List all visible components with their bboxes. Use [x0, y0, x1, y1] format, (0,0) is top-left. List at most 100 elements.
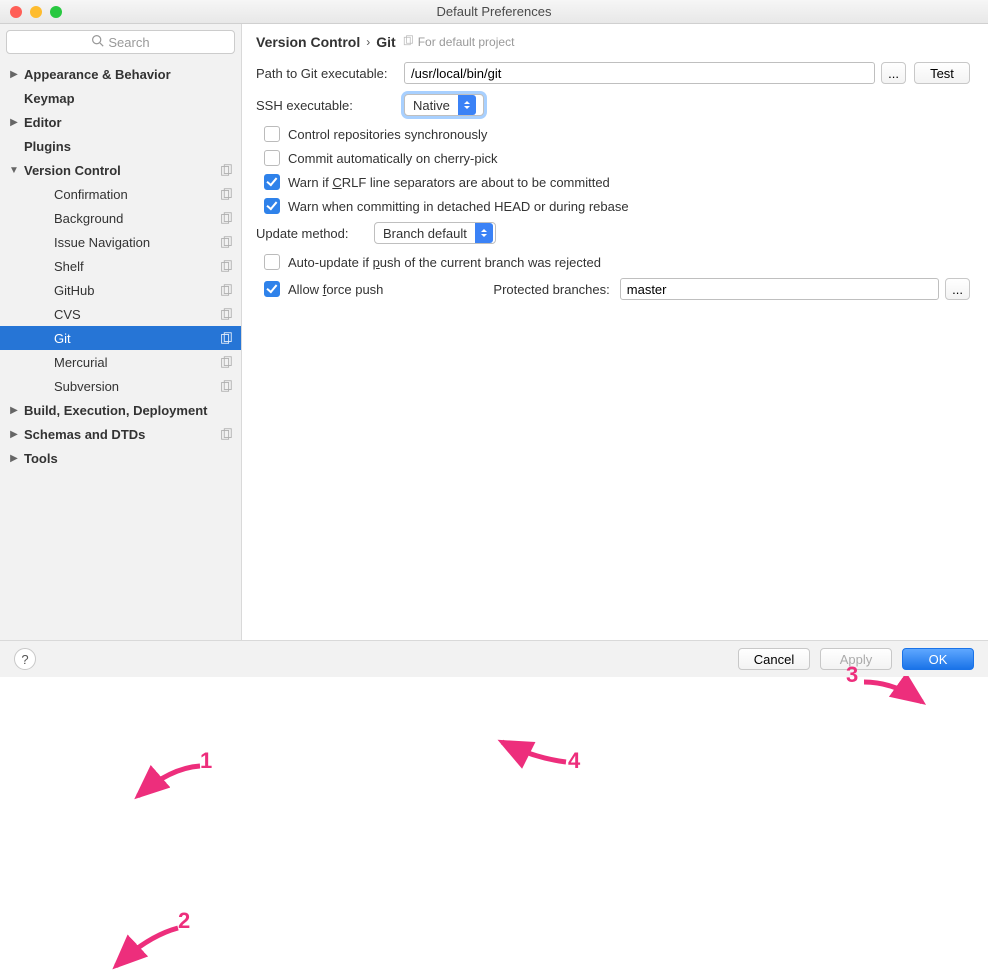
cancel-button[interactable]: Cancel	[738, 648, 810, 670]
sidebar-item-shelf[interactable]: Shelf	[0, 254, 241, 278]
sidebar-item-version-control[interactable]: ▼Version Control	[0, 158, 241, 182]
sidebar-item-label: GitHub	[54, 283, 219, 298]
sidebar-item-label: Tools	[24, 451, 233, 466]
auto-update-checkbox[interactable]	[264, 254, 280, 270]
sidebar-item-label: Version Control	[24, 163, 219, 178]
path-label: Path to Git executable:	[256, 66, 404, 81]
apply-button[interactable]: Apply	[820, 648, 892, 670]
protected-branches-label: Protected branches:	[493, 282, 609, 297]
sidebar: Search ▶Appearance & BehaviorKeymap▶Edit…	[0, 24, 242, 640]
tree-arrow-icon: ▶	[6, 405, 22, 416]
titlebar: Default Preferences	[0, 0, 988, 24]
sidebar-item-label: Subversion	[54, 379, 219, 394]
settings-tree: ▶Appearance & BehaviorKeymap▶EditorPlugi…	[0, 60, 241, 640]
copy-project-icon	[219, 187, 233, 201]
browse-button[interactable]: ...	[881, 62, 906, 84]
ok-button[interactable]: OK	[902, 648, 974, 670]
chevron-right-icon: ›	[366, 35, 370, 49]
for-default-project-note: For default project	[402, 35, 515, 50]
tree-arrow-icon: ▶	[6, 429, 22, 440]
sidebar-item-label: Issue Navigation	[54, 235, 219, 250]
dropdown-arrow-icon	[475, 223, 493, 243]
zoom-window-button[interactable]	[50, 6, 62, 18]
copy-project-icon	[219, 427, 233, 441]
breadcrumb: Version Control › Git For default projec…	[256, 34, 970, 50]
auto-update-label: Auto-update if push of the current branc…	[288, 255, 601, 270]
sidebar-item-appearance-behavior[interactable]: ▶Appearance & Behavior	[0, 62, 241, 86]
ssh-executable-value: Native	[413, 98, 450, 113]
sidebar-item-label: Plugins	[24, 139, 233, 154]
copy-project-icon	[219, 235, 233, 249]
tree-arrow-icon: ▼	[6, 165, 22, 176]
tree-arrow-icon: ▶	[6, 69, 22, 80]
sidebar-item-label: Schemas and DTDs	[24, 427, 219, 442]
copy-project-icon	[219, 331, 233, 345]
ssh-label: SSH executable:	[256, 98, 404, 113]
sidebar-item-label: Background	[54, 211, 219, 226]
sidebar-item-schemas-and-dtds[interactable]: ▶Schemas and DTDs	[0, 422, 241, 446]
breadcrumb-current: Git	[376, 34, 395, 50]
warn-crlf-checkbox[interactable]	[264, 174, 280, 190]
search-input[interactable]: Search	[6, 30, 235, 54]
sidebar-item-issue-navigation[interactable]: Issue Navigation	[0, 230, 241, 254]
sidebar-item-cvs[interactable]: CVS	[0, 302, 241, 326]
copy-project-icon	[219, 307, 233, 321]
copy-project-icon	[219, 379, 233, 393]
help-button[interactable]: ?	[14, 648, 36, 670]
minimize-window-button[interactable]	[30, 6, 42, 18]
copy-project-icon	[219, 283, 233, 297]
cherry-pick-label: Commit automatically on cherry-pick	[288, 151, 498, 166]
tree-arrow-icon: ▶	[6, 453, 22, 464]
control-sync-label: Control repositories synchronously	[288, 127, 487, 142]
protected-branches-more-button[interactable]: ...	[945, 278, 970, 300]
force-push-checkbox[interactable]	[264, 281, 280, 297]
sidebar-item-label: Editor	[24, 115, 233, 130]
sidebar-item-confirmation[interactable]: Confirmation	[0, 182, 241, 206]
sidebar-item-label: Confirmation	[54, 187, 219, 202]
sidebar-item-plugins[interactable]: Plugins	[0, 134, 241, 158]
warn-detached-checkbox[interactable]	[264, 198, 280, 214]
dropdown-arrow-icon	[458, 95, 476, 115]
sidebar-item-label: Git	[54, 331, 219, 346]
window-title: Default Preferences	[0, 4, 988, 19]
close-window-button[interactable]	[10, 6, 22, 18]
breadcrumb-parent[interactable]: Version Control	[256, 34, 360, 50]
warn-crlf-label: Warn if CRLF line separators are about t…	[288, 175, 610, 190]
sidebar-item-editor[interactable]: ▶Editor	[0, 110, 241, 134]
force-push-label: Allow force push	[288, 282, 383, 297]
sidebar-item-subversion[interactable]: Subversion	[0, 374, 241, 398]
sidebar-item-tools[interactable]: ▶Tools	[0, 446, 241, 470]
update-method-value: Branch default	[383, 226, 467, 241]
git-path-input[interactable]	[404, 62, 875, 84]
search-icon	[91, 34, 104, 50]
sidebar-item-label: Shelf	[54, 259, 219, 274]
sidebar-item-background[interactable]: Background	[0, 206, 241, 230]
control-sync-checkbox[interactable]	[264, 126, 280, 142]
tree-arrow-icon: ▶	[6, 117, 22, 128]
update-method-select[interactable]: Branch default	[374, 222, 496, 244]
sidebar-item-label: Mercurial	[54, 355, 219, 370]
sidebar-item-keymap[interactable]: Keymap	[0, 86, 241, 110]
copy-project-icon	[219, 211, 233, 225]
copy-project-icon	[402, 35, 414, 50]
dialog-footer: ? Cancel Apply OK	[0, 640, 988, 677]
sidebar-item-build-execution-deployment[interactable]: ▶Build, Execution, Deployment	[0, 398, 241, 422]
copy-project-icon	[219, 259, 233, 273]
sidebar-item-mercurial[interactable]: Mercurial	[0, 350, 241, 374]
copy-project-icon	[219, 163, 233, 177]
copy-project-icon	[219, 355, 233, 369]
content-panel: Version Control › Git For default projec…	[242, 24, 988, 640]
test-button[interactable]: Test	[914, 62, 970, 84]
warn-detached-label: Warn when committing in detached HEAD or…	[288, 199, 629, 214]
window-controls	[0, 6, 62, 18]
sidebar-item-git[interactable]: Git	[0, 326, 241, 350]
protected-branches-input[interactable]	[620, 278, 939, 300]
sidebar-item-github[interactable]: GitHub	[0, 278, 241, 302]
update-method-label: Update method:	[256, 226, 364, 241]
cherry-pick-checkbox[interactable]	[264, 150, 280, 166]
search-placeholder: Search	[108, 35, 149, 50]
sidebar-item-label: CVS	[54, 307, 219, 322]
sidebar-item-label: Keymap	[24, 91, 233, 106]
sidebar-item-label: Build, Execution, Deployment	[24, 403, 233, 418]
ssh-executable-select[interactable]: Native	[404, 94, 484, 116]
